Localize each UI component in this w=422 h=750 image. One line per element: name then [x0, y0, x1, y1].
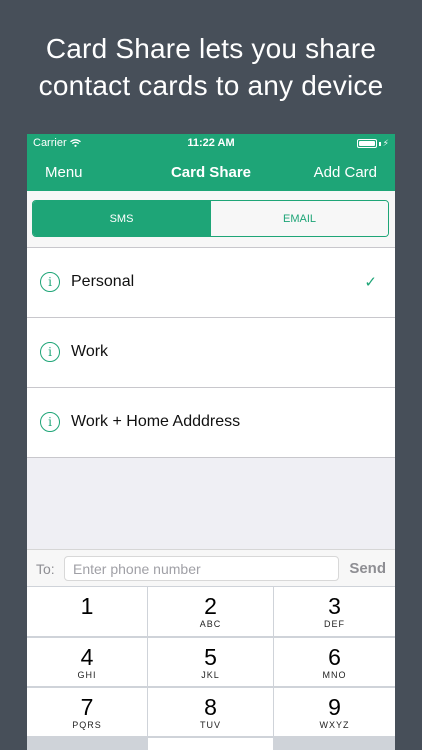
battery-icon: ⚡︎	[356, 138, 389, 149]
card-label: Work + Home Adddress	[71, 413, 241, 430]
promo-line-1: Card Share lets you share	[45, 33, 377, 64]
card-label: Work	[71, 343, 109, 360]
key-letters: GHI	[77, 670, 97, 680]
compose-bar: To: Send	[27, 549, 395, 587]
numeric-keypad: 1 2 ABC 3 DEF 4 GHI 5 JKL 6 MNO 7 PQRS 8	[27, 586, 395, 750]
key-number: 2	[204, 593, 217, 619]
checkmark-icon: ✓	[364, 274, 377, 291]
key-number: 4	[80, 644, 94, 670]
card-row-work-home[interactable]: i Work + Home Adddress	[27, 387, 395, 458]
promo-headline: Card Share lets you share contact cards …	[0, 30, 422, 104]
key-number: 9	[328, 694, 341, 720]
key-letters: DEF	[324, 619, 345, 629]
key-letters: MNO	[322, 670, 347, 680]
key-letters: JKL	[201, 670, 220, 680]
key-5[interactable]: 5 JKL	[148, 638, 273, 686]
key-2[interactable]: 2 ABC	[148, 587, 273, 636]
status-bar: Carrier 11:22 AM ⚡︎	[27, 134, 395, 153]
key-number: 1	[80, 593, 94, 619]
key-letters: ABC	[199, 619, 222, 629]
card-row-personal[interactable]: i Personal ✓	[27, 247, 395, 317]
key-letters: TUV	[200, 720, 221, 730]
key-number: 5	[204, 644, 217, 670]
card-list: i Personal ✓ i Work i Work + Home Adddre…	[27, 247, 395, 458]
share-method-control: SMS EMAIL	[32, 200, 389, 237]
key-8[interactable]: 8 TUV	[148, 688, 273, 736]
phone-screen: Carrier 11:22 AM ⚡︎ Menu Card Share Add …	[27, 134, 395, 750]
add-card-button[interactable]: Add Card	[314, 164, 377, 181]
info-icon[interactable]: i	[40, 412, 60, 432]
key-6[interactable]: 6 MNO	[274, 638, 395, 686]
card-label: Personal	[71, 273, 135, 290]
key-9[interactable]: 9 WXYZ	[274, 688, 395, 736]
segment-email[interactable]: EMAIL	[210, 201, 388, 236]
key-letters: PQRS	[72, 720, 102, 730]
key-number: 3	[328, 593, 341, 619]
status-time: 11:22 AM	[187, 137, 235, 149]
key-1[interactable]: 1	[27, 587, 147, 636]
send-button[interactable]: Send	[349, 560, 386, 577]
key-number: 6	[328, 644, 341, 670]
phone-number-input[interactable]	[64, 556, 339, 581]
promo-line-2: contact cards to any device	[38, 70, 384, 101]
key-number: 8	[204, 694, 217, 720]
segment-sms[interactable]: SMS	[33, 201, 210, 236]
key-3[interactable]: 3 DEF	[274, 587, 395, 636]
key-letters: WXYZ	[319, 720, 350, 730]
segment-container: SMS EMAIL	[27, 191, 395, 247]
card-row-work[interactable]: i Work	[27, 317, 395, 387]
key-4[interactable]: 4 GHI	[27, 638, 147, 686]
info-icon[interactable]: i	[40, 342, 60, 362]
key-number: 7	[80, 694, 94, 720]
key-0[interactable]	[148, 738, 273, 750]
key-7[interactable]: 7 PQRS	[27, 688, 147, 736]
to-label: To:	[36, 561, 55, 577]
nav-bar: Menu Card Share Add Card	[27, 153, 395, 191]
charging-bolt-icon: ⚡︎	[382, 138, 389, 148]
info-icon[interactable]: i	[40, 272, 60, 292]
